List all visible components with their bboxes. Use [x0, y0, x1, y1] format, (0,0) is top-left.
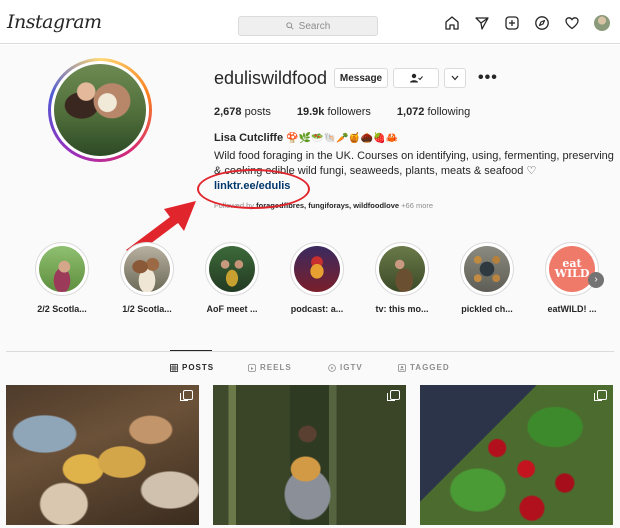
multi-photo-icon: [180, 390, 193, 401]
message-button[interactable]: Message: [334, 68, 388, 88]
profile-avatar[interactable]: [594, 15, 610, 31]
profile-username: eduliswildfood: [214, 68, 328, 88]
followers-count[interactable]: 19.9k followers: [297, 106, 371, 118]
search-placeholder: Search: [298, 20, 331, 32]
tab-tagged[interactable]: TAGGED: [398, 363, 450, 372]
grid-icon: [170, 363, 178, 372]
highlight-label: podcast: a...: [290, 304, 344, 314]
top-nav: Instagram Search: [0, 0, 620, 44]
following-person-check-icon: [410, 73, 423, 83]
mushroom-spread-post[interactable]: [6, 385, 199, 525]
profile-photo: [54, 64, 146, 156]
new-post-icon[interactable]: [504, 15, 520, 31]
tab-igtv[interactable]: IGTV: [328, 363, 363, 372]
profile-full-name: Lisa Cutcliffe 🍄🌿🥗🐚🥕🍯🌰🍓🦀: [214, 132, 399, 144]
highlight-label: tv: this mo...: [375, 304, 429, 314]
reels-icon: [248, 363, 256, 372]
story-highlights: 2/2 Scotla... 1/2 Scotla... AoF meet ...…: [0, 242, 620, 332]
instagram-logo[interactable]: Instagram: [7, 11, 102, 33]
activity-icon[interactable]: [564, 15, 580, 31]
highlight-item[interactable]: AoF meet ...: [200, 242, 264, 314]
highlight-item[interactable]: tv: this mo...: [370, 242, 434, 314]
profile-stats: 2,678 posts 19.9k followers 1,072 follow…: [214, 106, 470, 118]
tab-reels[interactable]: REELS: [248, 363, 292, 372]
home-icon[interactable]: [444, 15, 460, 31]
eatwild-logo-text: eat WILD: [554, 257, 590, 280]
profile-avatar-story-ring[interactable]: [48, 58, 152, 162]
multi-photo-icon: [387, 390, 400, 401]
highlight-item[interactable]: podcast: a...: [285, 242, 349, 314]
highlight-label: AoF meet ...: [206, 304, 258, 314]
following-button[interactable]: [393, 68, 439, 88]
chevron-down-icon: [451, 75, 459, 81]
annotation-circle: [197, 169, 310, 209]
woman-holding-fungus-post[interactable]: [213, 385, 406, 525]
tab-posts[interactable]: POSTS: [170, 363, 214, 372]
igtv-icon: [328, 363, 336, 372]
red-berries-post[interactable]: [420, 385, 613, 525]
multi-photo-icon: [594, 390, 607, 401]
highlight-item[interactable]: 1/2 Scotla...: [115, 242, 179, 314]
highlight-item[interactable]: 2/2 Scotla...: [30, 242, 94, 314]
highlight-label: pickled ch...: [461, 304, 513, 314]
highlight-label: eatWILD! ...: [547, 304, 597, 314]
highlight-label: 1/2 Scotla...: [122, 304, 172, 314]
explore-icon[interactable]: [534, 15, 550, 31]
name-emojis: 🍄🌿🥗🐚🥕🍯🌰🍓🦀: [286, 133, 399, 144]
profile-page: eduliswildfood Message ••• 2,678 posts 1…: [0, 45, 620, 528]
tagged-icon: [398, 363, 406, 372]
highlight-item[interactable]: pickled ch...: [455, 242, 519, 314]
active-tab-indicator: [170, 350, 212, 351]
following-count[interactable]: 1,072 following: [397, 106, 470, 118]
highlights-next-button[interactable]: ›: [588, 272, 604, 288]
search-icon: [285, 22, 294, 30]
highlight-label: 2/2 Scotla...: [37, 304, 87, 314]
direct-icon[interactable]: [474, 15, 490, 31]
more-options-button[interactable]: •••: [478, 69, 498, 87]
search-input[interactable]: Search: [238, 16, 378, 36]
tabs-divider: [6, 351, 614, 352]
posts-count: 2,678 posts: [214, 106, 271, 118]
suggested-dropdown-button[interactable]: [444, 68, 466, 88]
